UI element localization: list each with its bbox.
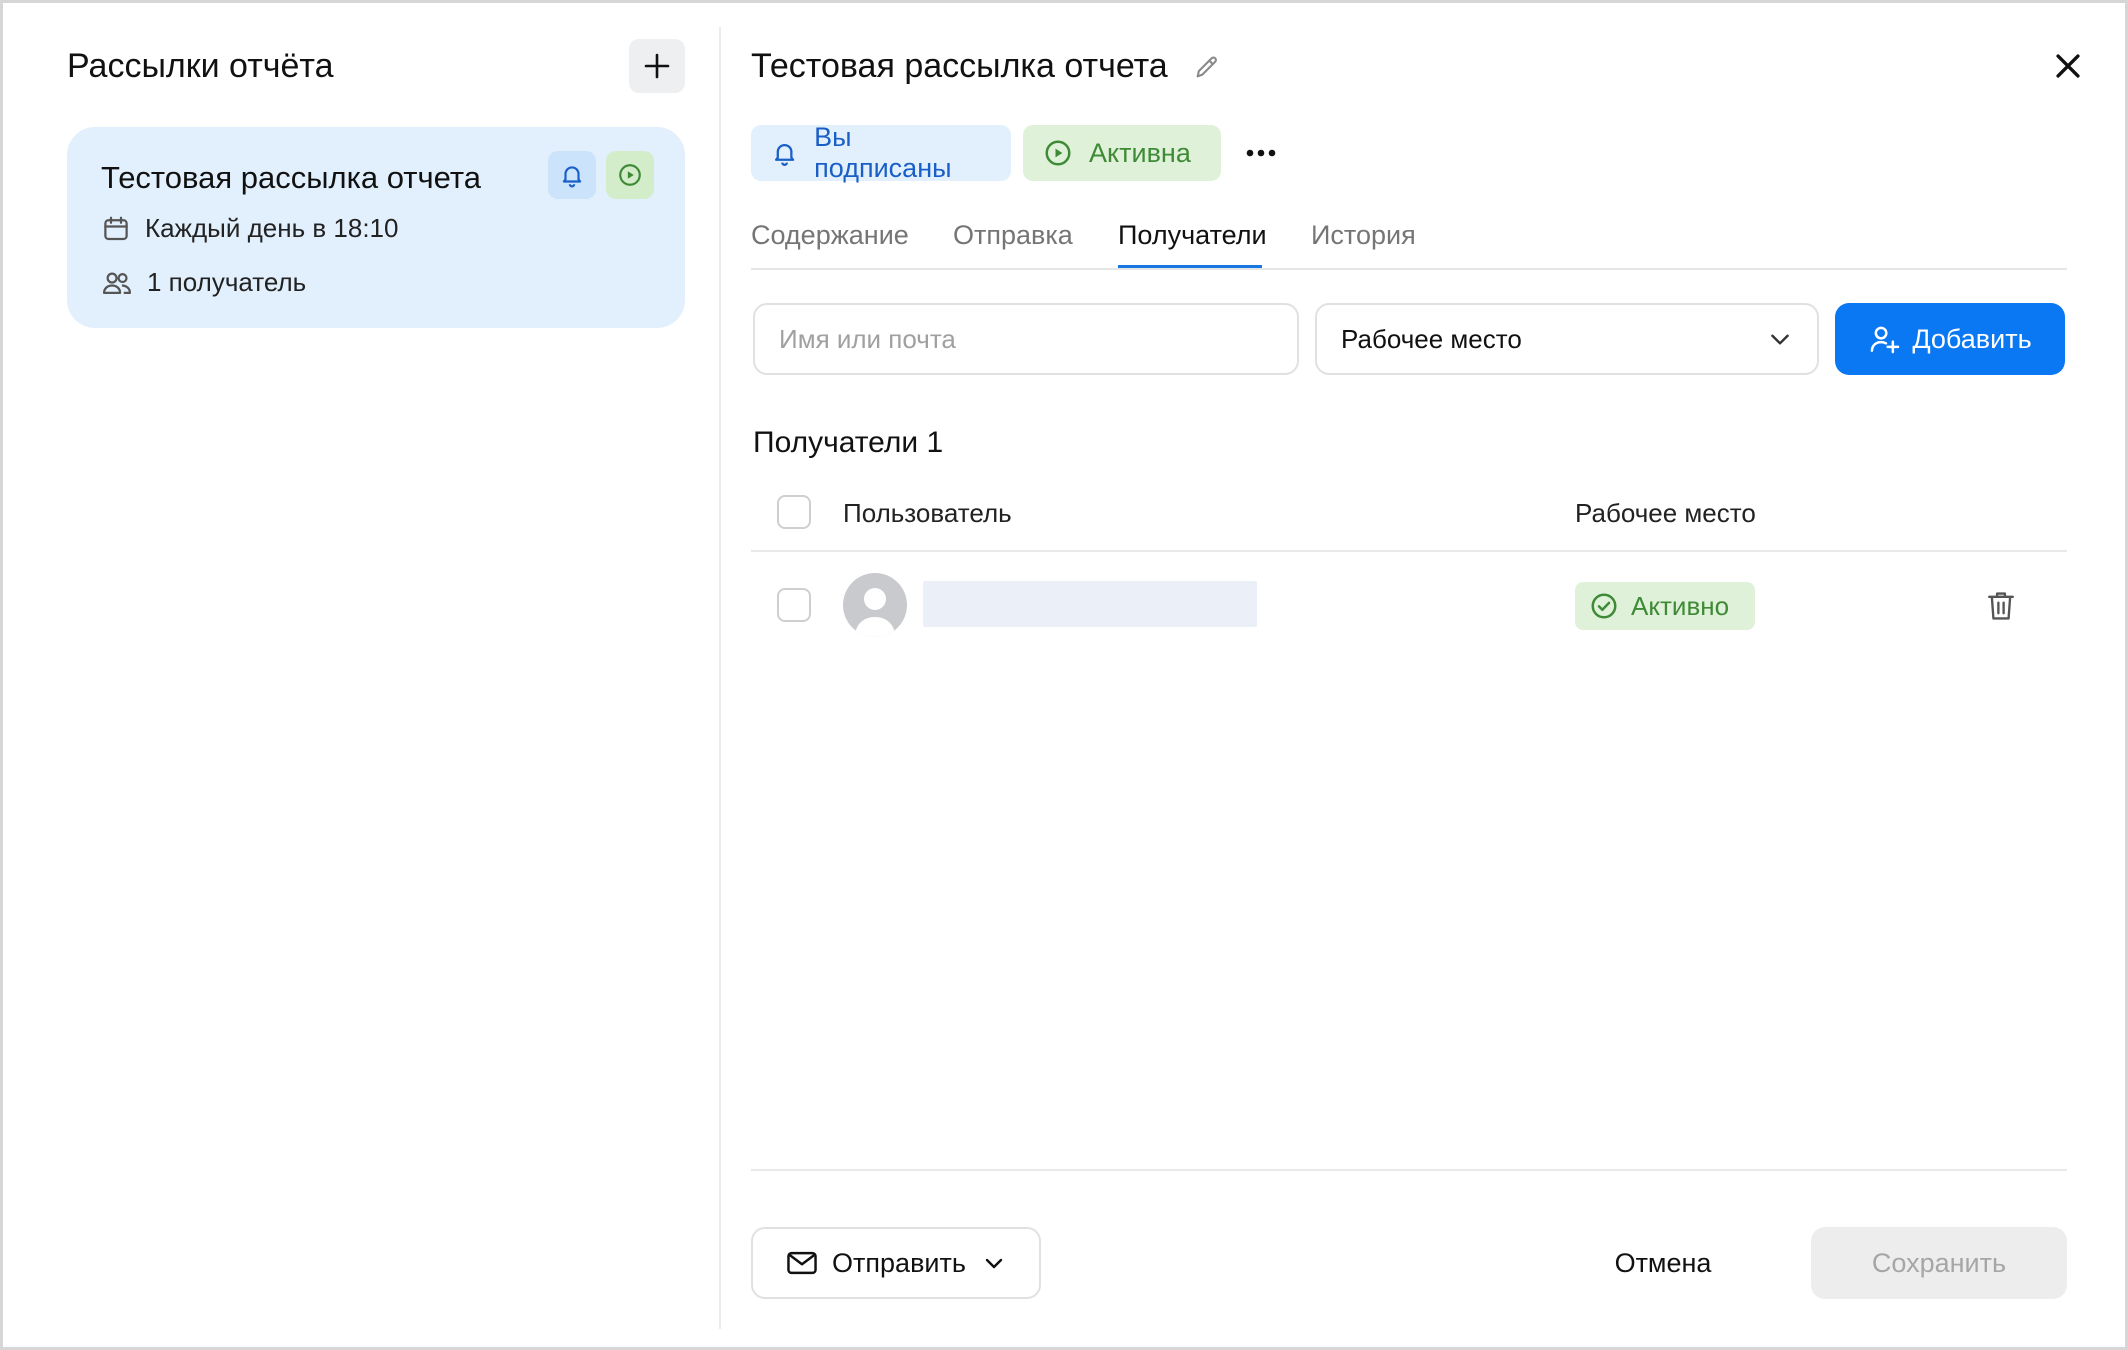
search-input[interactable] — [753, 303, 1299, 375]
play-circle-icon — [619, 164, 641, 186]
column-header-user: Пользователь — [843, 498, 1012, 528]
subscribed-chip[interactable]: Вы подписаны — [751, 122, 1011, 183]
sidebar-title: Рассылки отчёта — [67, 47, 334, 85]
tabs-divider — [751, 268, 2067, 270]
workspace-select-value: Рабочее место — [1341, 323, 1522, 354]
tab-history[interactable]: История — [1311, 215, 1416, 255]
recipients-row: 1 получатель — [101, 267, 306, 298]
cancel-button[interactable]: Отмена — [1583, 1227, 1743, 1299]
add-recipient-label: Добавить — [1912, 323, 2032, 354]
recipients-count: 1 получатель — [147, 267, 307, 297]
active-chip[interactable]: Активна — [1023, 125, 1221, 181]
users-icon — [102, 272, 132, 294]
table-header-divider — [751, 550, 2067, 552]
check-circle-icon — [1591, 593, 1617, 619]
modal-window: Рассылки отчёта Тестовая рассылка отчета — [0, 0, 2128, 1350]
chevron-down-icon — [985, 1258, 1003, 1269]
chevron-down-icon — [1771, 334, 1789, 345]
user-silhouette-icon — [855, 588, 895, 637]
schedule-text: Каждый день в 18:10 — [145, 213, 399, 243]
status-badge: Активно — [1575, 582, 1755, 630]
pencil-icon[interactable] — [1193, 53, 1221, 81]
status-badge-label: Активно — [1631, 590, 1730, 621]
panel-divider — [719, 27, 721, 1329]
footer-divider — [751, 1169, 2067, 1171]
add-recipient-button[interactable]: Добавить — [1835, 303, 2065, 375]
close-icon[interactable] — [2051, 49, 2085, 83]
save-button[interactable]: Сохранить — [1811, 1227, 2067, 1299]
send-button-label: Отправить — [832, 1247, 966, 1278]
workspace-select[interactable]: Рабочее место — [1315, 303, 1819, 375]
active-badge — [606, 151, 654, 199]
active-chip-label: Активна — [1089, 137, 1191, 168]
bell-icon — [562, 166, 582, 188]
row-checkbox[interactable] — [777, 588, 811, 622]
user-name-placeholder — [923, 581, 1257, 627]
mail-icon — [787, 1251, 817, 1275]
tab-recipients[interactable]: Получатели — [1118, 215, 1267, 255]
play-circle-icon — [1045, 140, 1071, 166]
subscribed-chip-label: Вы подписаны — [814, 122, 952, 183]
add-mailing-button[interactable] — [629, 39, 685, 93]
mailing-card-title: Тестовая рассылка отчета — [101, 160, 481, 195]
calendar-icon — [104, 216, 128, 240]
more-dots-icon — [1246, 149, 1276, 157]
select-all-checkbox[interactable] — [777, 495, 811, 529]
page-title: Тестовая рассылка отчета — [751, 47, 1168, 85]
tab-content[interactable]: Содержание — [751, 215, 909, 255]
column-header-workspace: Рабочее место — [1575, 498, 1756, 528]
plus-icon — [644, 53, 670, 79]
trash-icon[interactable] — [1985, 589, 2017, 623]
recipients-section-title: Получатели 1 — [753, 426, 944, 459]
avatar — [843, 573, 907, 637]
bell-icon — [774, 143, 795, 166]
add-user-icon — [1871, 326, 1900, 354]
tab-sending[interactable]: Отправка — [953, 215, 1073, 255]
active-tab-indicator — [1118, 265, 1262, 268]
mailing-card[interactable]: Тестовая рассылка отчета Каждый день в 1… — [67, 127, 685, 328]
subscribed-badge — [548, 151, 596, 199]
schedule-row: Каждый день в 18:10 — [101, 213, 398, 244]
send-button[interactable]: Отправить — [751, 1227, 1041, 1299]
more-actions-button[interactable] — [1239, 133, 1283, 173]
